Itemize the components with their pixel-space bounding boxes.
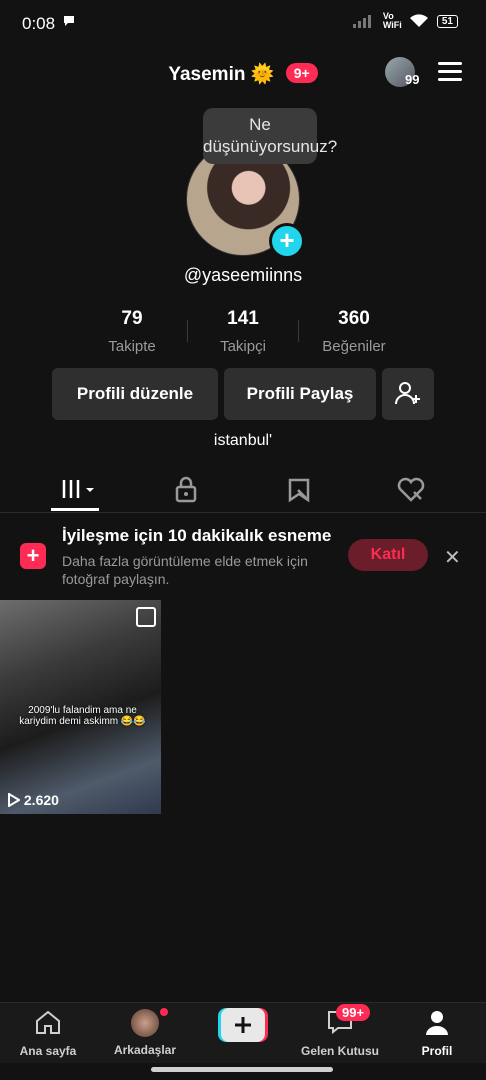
video-caption: 2009'lu falandim ama ne kariydim demi as… <box>19 705 146 727</box>
view-count: 2.620 <box>23 792 59 808</box>
friends-avatar <box>131 1009 159 1037</box>
grid-icon <box>61 480 94 498</box>
home-icon <box>36 1010 60 1034</box>
tab-reposts[interactable] <box>284 476 324 504</box>
lock-icon <box>175 476 197 503</box>
create-plus-icon <box>218 1008 268 1042</box>
close-icon[interactable]: ✕ <box>444 545 461 570</box>
share-profile-button[interactable]: Profili Paylaş <box>224 368 376 420</box>
create-button[interactable] <box>218 1008 268 1042</box>
thought-bubble[interactable]: Ne düşünüyorsunuz? <box>203 108 337 164</box>
network-label: Vo WiFi <box>382 11 402 30</box>
status-emoji: 🌞 <box>250 64 275 85</box>
stat-value: 360 <box>338 308 370 329</box>
clock: 0:08 <box>22 14 56 33</box>
inbox-badge: 99+ <box>336 1004 371 1021</box>
nav-label: Gelen Kutusu <box>300 1044 379 1058</box>
banner-description: Daha fazla görüntüleme elde etmek için f… <box>62 553 308 587</box>
hidden-bookmark-icon <box>288 478 310 503</box>
battery-icon: 51 <box>436 14 458 28</box>
wifi-icon <box>409 14 428 27</box>
add-story-plus-icon[interactable]: + <box>269 223 305 259</box>
friends-notification-dot <box>160 1008 168 1016</box>
join-button[interactable]: Katıl <box>348 539 428 571</box>
stat-likes[interactable]: 360 Beğeniler <box>299 308 409 355</box>
home-indicator[interactable] <box>151 1067 333 1072</box>
add-friend-button[interactable] <box>382 368 434 420</box>
nav-profile[interactable]: Profil <box>389 1009 485 1058</box>
content-tabs <box>0 468 486 513</box>
play-icon <box>8 792 21 808</box>
stat-label: Beğeniler <box>322 338 386 355</box>
stat-label: Takipte <box>108 338 156 355</box>
nav-label: Arkadaşlar <box>113 1043 177 1057</box>
nav-label: Ana sayfa <box>19 1044 77 1058</box>
nav-label: Profil <box>421 1044 453 1058</box>
stat-followers[interactable]: 141 Takipçi <box>188 308 298 355</box>
profile-name: Yasemin <box>168 64 246 85</box>
tab-liked[interactable] <box>396 476 436 504</box>
active-tab-indicator <box>51 508 99 511</box>
stat-label: Takipçi <box>220 338 266 355</box>
plus-bag-icon: + <box>20 543 46 569</box>
nav-home[interactable]: Ana sayfa <box>0 1009 96 1058</box>
stat-value: 141 <box>227 308 259 329</box>
status-bar: 0:08 Vo WiFi 51 <box>0 0 486 44</box>
video-views: 2.620 <box>8 792 59 808</box>
edit-profile-button[interactable]: Profili düzenle <box>52 368 218 420</box>
nav-friends[interactable]: Arkadaşlar <box>97 1009 193 1057</box>
stat-value: 79 <box>121 308 143 329</box>
stat-following[interactable]: 79 Takipte <box>77 308 187 355</box>
menu-icon[interactable] <box>438 62 462 82</box>
avatar-count: 99 <box>405 72 420 87</box>
multi-photo-icon <box>136 607 156 627</box>
tab-private[interactable] <box>170 476 210 504</box>
hidden-heart-icon <box>397 477 425 502</box>
notification-badge: 9+ <box>285 63 318 83</box>
bio-location: istanbul' <box>213 432 273 449</box>
signal-icon <box>352 15 371 28</box>
banner-title: İyileşme için 10 dakikalık esneme <box>62 526 332 545</box>
tab-videos[interactable] <box>58 476 98 504</box>
status-icons: Vo WiFi 51 <box>352 11 458 30</box>
username: @yaseemiinns <box>183 265 303 285</box>
add-person-icon <box>395 382 420 405</box>
person-icon <box>426 1011 448 1035</box>
chat-notification-icon <box>62 14 76 33</box>
